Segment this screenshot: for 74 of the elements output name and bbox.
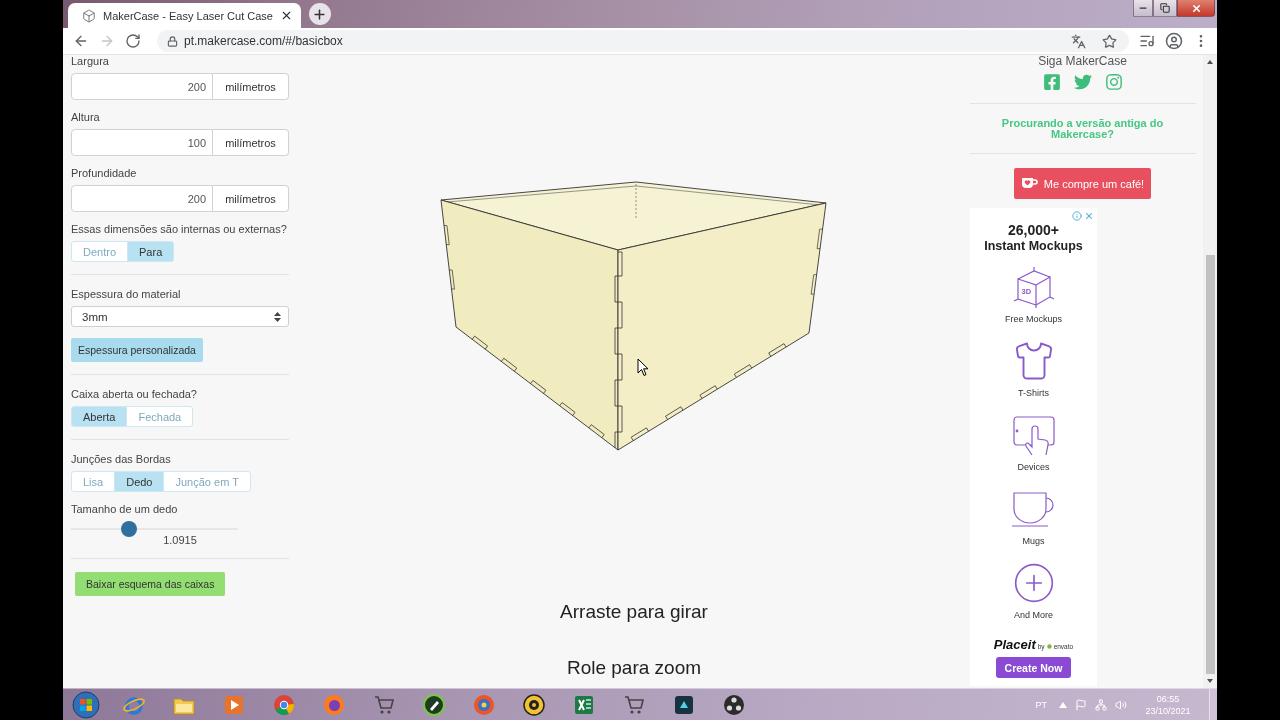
leaf-icon [1046, 644, 1052, 649]
updown-arrows-icon [274, 311, 281, 322]
custom-thickness-button[interactable]: Espessura personalizada [71, 338, 203, 362]
minimize-button[interactable] [1133, 0, 1153, 17]
restore-icon [1160, 3, 1170, 13]
ad-item-label[interactable]: Mugs [1022, 536, 1045, 547]
follow-title: Siga MakerCase [1038, 55, 1127, 68]
reload-icon[interactable] [125, 33, 141, 49]
browser-tab[interactable]: MakerCase - Easy Laser Cut Case [68, 3, 301, 28]
unit-label: milímetros [213, 129, 289, 156]
ad-item-label[interactable]: And More [1014, 610, 1053, 621]
cube-outline-icon [82, 8, 96, 23]
field-label: Espessura do material [71, 288, 182, 301]
three-dot-circle-icon[interactable] [722, 692, 746, 717]
close-icon [1190, 2, 1202, 14]
field-label: Caixa aberta ou fechada? [71, 388, 198, 401]
field-label: Tamanho de um dedo [71, 503, 179, 516]
field-label: Essas dimensões são internas ou externas? [71, 223, 288, 236]
media-list-icon[interactable] [1139, 33, 1155, 49]
profile-icon[interactable] [1165, 32, 1183, 50]
window-close-button[interactable] [1177, 0, 1215, 17]
cup-heart-icon [1020, 177, 1038, 190]
clock-date: 23/10/2021 [1145, 704, 1191, 717]
field-label: Altura [71, 111, 101, 124]
ad-item-label[interactable]: T-Shirts [1018, 388, 1049, 399]
download-button[interactable]: Baixar esquema das caixas [75, 572, 226, 596]
twitter-icon[interactable] [1073, 73, 1092, 91]
coffee-button[interactable]: Me compre um café! [1014, 168, 1151, 199]
brand-name: Placeit [993, 638, 1036, 652]
unit-label: milímetros [213, 73, 289, 100]
field-label: Profundidade [71, 167, 138, 180]
cube-icon [1011, 265, 1056, 309]
url-text: pt.makercase.com/#/basicbox [184, 34, 344, 48]
unit-label: milímetros [213, 185, 289, 212]
pen-icon[interactable] [422, 692, 446, 717]
ad-item-label[interactable]: Free Mockups [1005, 314, 1062, 325]
tab-title: MakerCase - Easy Laser Cut Case [103, 9, 273, 22]
field-label: Largura [71, 55, 110, 68]
clock-time: 06:55 [1156, 692, 1180, 705]
back-icon[interactable] [73, 33, 89, 49]
number-field[interactable]: 200 [71, 185, 213, 212]
plus-icon [312, 6, 328, 22]
ad-item-label[interactable]: Devices [1017, 462, 1050, 473]
scrollbar[interactable] [1203, 55, 1217, 688]
translate-icon[interactable] [1071, 33, 1086, 49]
select-field[interactable]: 3mm [71, 306, 289, 327]
new-tab-button[interactable] [308, 3, 331, 25]
target-icon[interactable] [522, 692, 546, 717]
number-field[interactable]: 100 [71, 129, 213, 156]
toggle-button[interactable]: Aberta [71, 406, 128, 427]
hint-text: Arraste para girar [560, 600, 708, 624]
slider-thumb[interactable] [121, 521, 138, 537]
disc-icon[interactable] [472, 692, 496, 717]
address-bar[interactable]: pt.makercase.com/#/basicbox [157, 30, 1129, 52]
create-now-button[interactable]: Create Now [995, 657, 1072, 678]
cursor-icon [637, 358, 649, 377]
toggle-button[interactable]: Para [127, 241, 175, 262]
hint-text: Role para zoom [566, 656, 702, 680]
instagram-icon[interactable] [1104, 73, 1123, 91]
facebook-icon[interactable] [1042, 73, 1061, 91]
number-field[interactable]: 200 [71, 73, 213, 100]
restore-button[interactable] [1153, 0, 1177, 17]
slider-value: 1.0915 [162, 534, 198, 546]
ad-subheadline: Instant Mockups [984, 238, 1083, 254]
tricolor-circle-icon[interactable] [272, 692, 296, 717]
scrollbar-thumb[interactable] [1205, 254, 1215, 675]
ad-headline: 26,000+ [1008, 222, 1059, 238]
orb-icon [72, 690, 100, 719]
dot-circle-icon[interactable] [322, 692, 346, 717]
star-icon[interactable] [1102, 33, 1117, 49]
lock-icon [167, 35, 178, 47]
tablet-hand-icon [1011, 413, 1056, 457]
toggle-button[interactable]: Dedo [114, 471, 165, 492]
field-label: Junções das Bordas [71, 453, 172, 466]
